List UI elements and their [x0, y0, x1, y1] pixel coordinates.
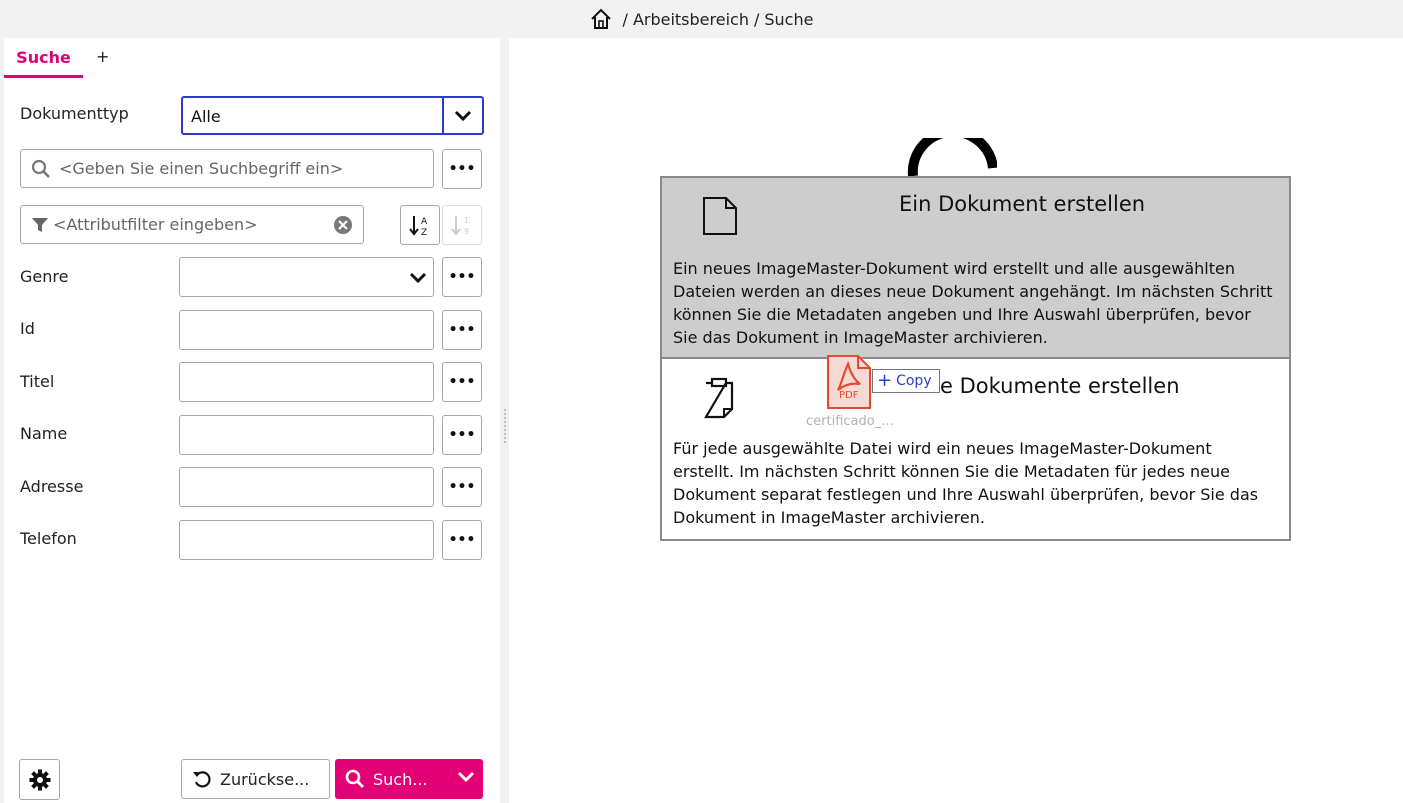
- gear-icon: [29, 769, 50, 790]
- title-field[interactable]: [179, 362, 434, 402]
- tab-search[interactable]: Suche: [4, 47, 83, 78]
- settings-button[interactable]: [19, 759, 60, 800]
- dragged-file: PDF certificado_...: [806, 354, 901, 434]
- panel-splitter[interactable]: [500, 38, 509, 803]
- filter-icon: [32, 218, 48, 232]
- search-label: Such...: [373, 769, 428, 789]
- clipboard-icon: [704, 377, 734, 419]
- home-icon[interactable]: [590, 8, 612, 30]
- id-options-button[interactable]: •••: [442, 310, 482, 350]
- reset-button[interactable]: Zurückse...: [181, 759, 330, 799]
- more-icon: •••: [448, 374, 476, 390]
- field-label-address: Adresse: [20, 477, 84, 496]
- sort-alpha-button[interactable]: A Z: [400, 205, 440, 245]
- name-field[interactable]: [179, 415, 434, 455]
- address-field[interactable]: [179, 467, 434, 507]
- search-input[interactable]: <Geben Sie einen Suchbegriff ein>: [20, 149, 434, 188]
- breadcrumb: / Arbeitsbereich / Suche: [0, 0, 1403, 38]
- add-tab-button[interactable]: +: [96, 47, 109, 66]
- more-icon: •••: [448, 322, 476, 338]
- option-multiple-description: Für jede ausgewählte Datei wird ein neue…: [673, 439, 1259, 527]
- breadcrumb-item-workspace[interactable]: Arbeitsbereich: [633, 10, 749, 29]
- undo-icon: [193, 771, 211, 788]
- more-icon: •••: [448, 269, 476, 285]
- doctype-select[interactable]: Alle: [181, 96, 484, 135]
- phone-field[interactable]: [179, 520, 434, 560]
- name-options-button[interactable]: •••: [442, 415, 482, 455]
- search-icon: [345, 769, 365, 789]
- copy-label: Copy: [896, 373, 932, 389]
- more-icon: •••: [448, 532, 476, 548]
- option-single-title: Ein Dokument erstellen: [899, 192, 1146, 216]
- title-options-button[interactable]: •••: [442, 362, 482, 402]
- document-icon: [703, 197, 737, 235]
- address-options-button[interactable]: •••: [442, 467, 482, 507]
- option-single-document[interactable]: Ein Dokument erstellen Ein neues ImageMa…: [662, 178, 1289, 359]
- phone-options-button[interactable]: •••: [442, 520, 482, 560]
- search-options-button[interactable]: •••: [442, 149, 482, 189]
- field-label-genre: Genre: [20, 267, 69, 286]
- field-label-title: Titel: [20, 372, 55, 391]
- loading-spinner-icon: [907, 138, 997, 177]
- svg-text:1: 1: [464, 216, 469, 225]
- option-multiple-documents[interactable]: e Dokumente erstellen Für jede ausgewähl…: [662, 361, 1289, 539]
- field-label-phone: Telefon: [20, 529, 77, 548]
- svg-text:9: 9: [464, 227, 469, 236]
- clear-icon[interactable]: [333, 215, 353, 235]
- create-document-dialog: Ein Dokument erstellen Ein neues ImageMa…: [660, 176, 1291, 541]
- filter-placeholder: <Attributfilter eingeben>: [53, 215, 258, 234]
- attribute-filter-input[interactable]: <Attributfilter eingeben>: [20, 205, 364, 244]
- field-label-name: Name: [20, 424, 68, 443]
- more-icon: •••: [448, 479, 476, 495]
- plus-icon: +: [877, 370, 893, 391]
- copy-drop-indicator: + Copy: [872, 369, 940, 393]
- breadcrumb-separator: /: [753, 9, 760, 29]
- sort-numeric-icon: 1 9: [451, 216, 469, 236]
- sort-alpha-icon: A Z: [409, 216, 428, 237]
- genre-options-button[interactable]: •••: [442, 257, 482, 297]
- field-label-id: Id: [20, 319, 35, 338]
- chevron-down-icon: [409, 272, 427, 284]
- id-field[interactable]: [179, 310, 434, 350]
- breadcrumb-separator: /: [622, 9, 628, 29]
- reset-label: Zurückse...: [220, 769, 310, 789]
- dragged-file-name: certificado_...: [806, 414, 894, 429]
- search-panel: Suche + Dokumenttyp Alle <Geben Sie eine…: [4, 38, 500, 803]
- breadcrumb-item-search: Suche: [764, 9, 814, 29]
- genre-select[interactable]: [179, 257, 434, 297]
- more-icon: •••: [448, 427, 476, 443]
- pdf-file-icon: [827, 355, 871, 409]
- search-placeholder: <Geben Sie einen Suchbegriff ein>: [59, 159, 344, 178]
- svg-text:A: A: [421, 217, 428, 227]
- option-single-description: Ein neues ImageMaster-Dokument wird erst…: [673, 259, 1273, 347]
- doctype-label: Dokumenttyp: [20, 104, 129, 123]
- tab-bar: Suche +: [4, 38, 500, 78]
- chevron-down-icon[interactable]: [457, 771, 475, 783]
- doctype-value: Alle: [191, 107, 221, 126]
- pdf-file-label: PDF: [839, 390, 859, 401]
- option-multiple-title: e Dokumente erstellen: [940, 374, 1180, 398]
- grip-icon: [503, 408, 507, 444]
- chevron-down-icon[interactable]: [442, 98, 482, 133]
- search-button[interactable]: Such...: [335, 759, 483, 799]
- svg-text:Z: Z: [421, 228, 427, 237]
- sort-numeric-button[interactable]: 1 9: [442, 205, 482, 245]
- more-icon: •••: [448, 161, 476, 177]
- search-icon: [31, 159, 50, 178]
